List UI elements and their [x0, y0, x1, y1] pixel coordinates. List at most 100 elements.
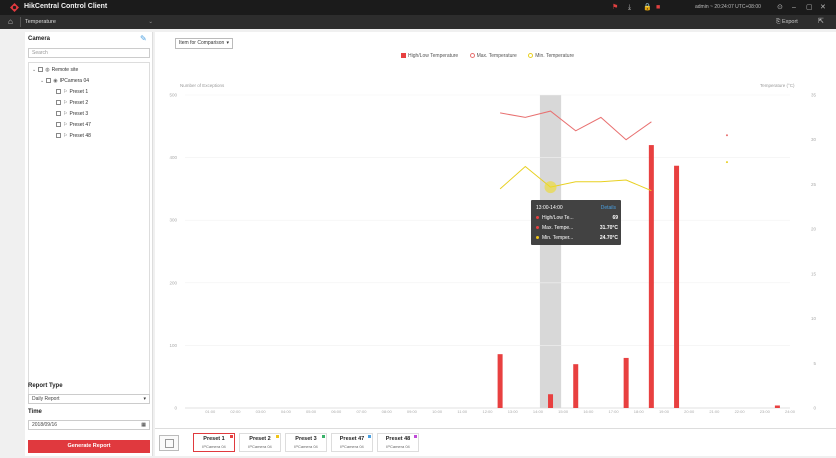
title-bar: HikCentral Control Client ⚑ ⤓ 🔒 ■ admin …: [0, 0, 836, 15]
x-tick-label: 11:00: [457, 409, 467, 414]
x-tick-label: 21:00: [709, 409, 720, 414]
checkbox[interactable]: [56, 89, 61, 95]
x-tick-label: 22:00: [735, 409, 746, 414]
bar: [548, 394, 554, 408]
tooltip-details-link[interactable]: Details: [601, 205, 616, 211]
x-tick-label: 15:00: [558, 409, 569, 414]
tooltip-row: High/Low Te... 69: [536, 215, 618, 221]
tree-node-preset-3[interactable]: ⚐ Preset 3: [56, 109, 88, 119]
preset-flag-icon: ⚐: [63, 122, 68, 128]
hover-highlight-band: [539, 95, 562, 408]
tooltip-label: Max. Tempe...: [542, 225, 574, 231]
tree-node-label: Preset 3: [69, 111, 89, 117]
collapse-icon[interactable]: ⌄: [32, 65, 36, 75]
app-title: HikCentral Control Client: [24, 3, 108, 10]
user-info[interactable]: admin ~ 20:24:07 UTC+08:00: [695, 4, 761, 10]
x-tick-label: 12:00: [482, 409, 493, 414]
tree-node-label: Preset 1: [69, 89, 89, 95]
tab-temperature[interactable]: Temperature ⌄: [20, 17, 155, 27]
x-tick-label: 07:00: [356, 409, 367, 414]
checkbox[interactable]: [56, 122, 61, 128]
checkbox[interactable]: [46, 78, 52, 84]
generate-report-button[interactable]: Generate Report: [28, 440, 150, 453]
preset-tab-48[interactable]: Preset 48 IPCamera 04: [377, 433, 419, 452]
minimize-icon[interactable]: –: [792, 3, 796, 12]
y2-tick-label: 30: [811, 137, 817, 142]
tree-node-preset-2[interactable]: ⚐ Preset 2: [56, 98, 88, 108]
tree-node-camera[interactable]: ⌄ ◉ IPCamera 04: [40, 76, 89, 86]
search-input[interactable]: Search: [28, 48, 150, 58]
report-type-select[interactable]: Daily Report ▾: [28, 394, 150, 404]
export-button[interactable]: ⎘ Export: [776, 17, 798, 27]
tree-node-remote-site[interactable]: ⌄ ◍ Remote site: [32, 65, 78, 75]
maximize-icon[interactable]: ▢: [806, 3, 813, 12]
preset-tab-1[interactable]: Preset 1 IPCamera 04: [193, 433, 235, 452]
y-tick-label: 300: [169, 218, 177, 223]
preset-flag-icon: ⚐: [63, 133, 68, 139]
tree-node-preset-48[interactable]: ⚐ Preset 48: [56, 131, 91, 141]
x-tick-label: 01:00: [205, 409, 216, 414]
y2-tick-label: 5: [813, 361, 816, 366]
checkbox[interactable]: [56, 133, 61, 139]
y2-tick-label: 25: [811, 182, 817, 187]
bar: [497, 354, 503, 408]
calendar-icon[interactable]: ▦: [141, 421, 146, 429]
preset-tab-2[interactable]: Preset 2 IPCamera 04: [239, 433, 281, 452]
tooltip-row: Max. Tempe... 31.70°C: [536, 225, 618, 231]
sidebar: Camera ✎ Search ⌄ ◍ Remote site ⌄ ◉ IPCamera…: [25, 32, 153, 456]
notification-icon[interactable]: ■: [656, 3, 660, 12]
checkbox[interactable]: [56, 111, 61, 117]
tooltip-value: 69: [612, 215, 618, 221]
dropdown-arrow-icon: ▾: [143, 396, 146, 402]
x-tick-label: 23:00: [760, 409, 771, 414]
camera-label: Camera: [28, 36, 51, 42]
download-icon[interactable]: ⤓: [628, 3, 631, 12]
x-tick-label: 13:00: [508, 409, 519, 414]
tooltip-value: 24.70°C: [599, 235, 618, 241]
tree-node-preset-47[interactable]: ⚐ Preset 47: [56, 120, 91, 130]
x-tick-label: 09:00: [407, 409, 418, 414]
preset-tab-3[interactable]: Preset 3 IPCamera 04: [285, 433, 327, 452]
tree-node-label: Preset 2: [69, 100, 89, 106]
preset-name: Preset 47: [339, 436, 365, 442]
preset-camera: IPCamera 04: [386, 444, 410, 449]
camera-tree: ⌄ ◍ Remote site ⌄ ◉ IPCamera 04 ⚐ Preset 1 ⚐ P…: [28, 62, 150, 402]
camera-icon: ◉: [53, 78, 58, 84]
y2-tick-label: 0: [813, 406, 816, 411]
date-value: 2018/09/16: [32, 422, 58, 428]
tooltip-row: Min. Temper... 24.70°C: [536, 235, 618, 241]
x-tick-label: 16:00: [583, 409, 594, 414]
lock-icon[interactable]: 🔒: [643, 3, 652, 12]
date-field[interactable]: 2018/09/16 ▦: [28, 420, 150, 430]
preset-color-tag: [322, 435, 325, 438]
y-tick-label: 500: [169, 93, 177, 98]
thumbnail-toggle-button[interactable]: [159, 435, 179, 451]
alarm-icon[interactable]: ⚑: [612, 3, 618, 12]
account-icon[interactable]: ⊙: [777, 3, 783, 12]
report-type-label: Report Type: [28, 383, 63, 389]
tooltip-label: Min. Temper...: [542, 235, 574, 241]
edit-icon[interactable]: ✎: [140, 34, 147, 43]
y2-tick-label: 15: [811, 271, 817, 276]
x-tick-label: 20:00: [684, 409, 695, 414]
tree-node-preset-1[interactable]: ⚐ Preset 1: [56, 87, 88, 97]
tree-node-label: Remote site: [51, 67, 79, 73]
close-icon[interactable]: ✕: [820, 3, 826, 12]
collapse-icon[interactable]: ⌄: [40, 76, 44, 86]
data-point: [725, 134, 728, 137]
x-tick-label: 10:00: [432, 409, 443, 414]
preset-name: Preset 1: [203, 436, 225, 442]
tooltip-dot: [536, 236, 539, 240]
checkbox[interactable]: [56, 100, 61, 106]
checkbox[interactable]: [38, 67, 44, 73]
bar: [573, 364, 579, 408]
home-icon[interactable]: ⌂: [8, 17, 13, 27]
bar: [648, 145, 654, 408]
tooltip-value: 31.70°C: [599, 225, 618, 231]
popout-icon[interactable]: ⇱: [818, 17, 824, 27]
thumbnail-icon: [165, 439, 174, 448]
preset-camera: IPCamera 04: [202, 444, 226, 449]
preset-tab-47[interactable]: Preset 47 IPCamera 04: [331, 433, 373, 452]
x-tick-label: 24:00: [785, 409, 796, 414]
y2-tick-label: 10: [811, 316, 817, 321]
